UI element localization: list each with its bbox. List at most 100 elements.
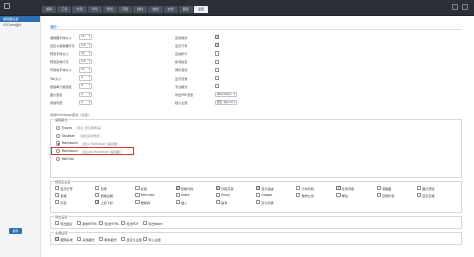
option-item[interactable]: 插入 xyxy=(175,200,216,205)
top-tab[interactable]: 设置 xyxy=(193,6,209,13)
option-checkbox[interactable] xyxy=(416,186,421,191)
option-checkbox[interactable] xyxy=(143,221,148,226)
top-tab[interactable]: 编辑 xyxy=(42,6,57,13)
option-item[interactable]: 亮色模式 xyxy=(77,237,99,242)
option-item[interactable]: 显示语言 xyxy=(256,186,296,191)
save-button[interactable]: 保存 xyxy=(9,228,22,234)
option-checkbox[interactable] xyxy=(143,237,148,242)
option-item[interactable]: 导出Word xyxy=(143,221,165,226)
setting-select[interactable]: 0 xyxy=(79,83,92,89)
option-checkbox[interactable] xyxy=(121,221,126,226)
setting-select[interactable]: 14 xyxy=(79,34,92,40)
option-item[interactable]: 自定义主题 xyxy=(121,237,143,242)
option-checkbox[interactable] xyxy=(55,200,60,205)
option-item[interactable]: 跟随系统 xyxy=(55,237,77,242)
setting-checkbox[interactable] xyxy=(215,43,220,48)
option-checkbox[interactable] xyxy=(376,186,381,191)
option-checkbox[interactable] xyxy=(55,237,60,242)
mode-radio[interactable] xyxy=(56,133,61,138)
option-item[interactable]: 标题 xyxy=(135,186,175,191)
option-item[interactable]: 任务列表 xyxy=(336,186,376,191)
top-tab[interactable]: 文件 xyxy=(163,6,178,13)
option-item[interactable]: 显示行号 xyxy=(55,186,95,191)
option-item[interactable]: 行内代码 xyxy=(296,186,336,191)
setting-select[interactable]: 14 xyxy=(79,50,92,57)
option-checkbox[interactable] xyxy=(376,193,381,198)
option-checkbox[interactable] xyxy=(336,186,341,191)
setting-select[interactable]: 0 xyxy=(79,91,92,98)
option-item[interactable]: 暗色模式 xyxy=(99,237,121,242)
top-tab[interactable]: 评论 xyxy=(87,6,102,13)
setting-select[interactable]: Markdown xyxy=(215,91,237,98)
option-checkbox[interactable] xyxy=(175,186,180,191)
option-checkbox[interactable] xyxy=(95,200,100,205)
option-item[interactable]: 目录折叠 xyxy=(376,193,417,198)
option-checkbox[interactable] xyxy=(55,186,60,191)
option-item[interactable]: 流程图 xyxy=(376,186,417,191)
top-tab[interactable]: 快捷 xyxy=(148,6,163,13)
setting-select[interactable]: 0 xyxy=(79,99,92,106)
mode-option[interactable]: WeChat xyxy=(51,155,461,163)
option-checkbox[interactable] xyxy=(215,186,220,191)
option-item[interactable]: 图片预览 xyxy=(416,186,457,191)
option-item[interactable]: 缩写 xyxy=(215,200,256,205)
option-item[interactable]: 定义列表 xyxy=(256,200,296,205)
option-item[interactable]: 目录 xyxy=(95,186,135,191)
option-item[interactable]: 脚注 xyxy=(336,193,376,198)
setting-checkbox[interactable] xyxy=(215,59,220,64)
mode-radio[interactable] xyxy=(56,156,61,162)
option-checkbox[interactable] xyxy=(99,221,104,226)
option-item[interactable]: 导出HTML xyxy=(99,221,121,226)
option-checkbox[interactable] xyxy=(215,193,220,198)
option-checkbox[interactable] xyxy=(256,193,261,198)
option-checkbox[interactable] xyxy=(77,237,82,242)
top-tab[interactable]: 插件 xyxy=(133,6,148,13)
option-item[interactable]: Katex xyxy=(175,193,216,198)
option-checkbox[interactable] xyxy=(175,200,180,205)
option-checkbox[interactable] xyxy=(55,193,60,198)
option-item[interactable]: Emoji xyxy=(215,193,256,198)
option-item[interactable]: 导出图片 xyxy=(55,221,77,226)
option-item[interactable]: 删除线 xyxy=(135,200,175,205)
option-checkbox[interactable] xyxy=(416,193,421,198)
option-checkbox[interactable] xyxy=(55,221,60,226)
option-item[interactable]: 高亮 xyxy=(55,200,95,205)
option-checkbox[interactable] xyxy=(95,193,100,198)
setting-select[interactable]: 默认 Typora xyxy=(215,99,237,106)
top-tab[interactable]: 图床 xyxy=(178,6,193,13)
option-item[interactable]: 代码高亮 xyxy=(215,186,256,191)
setting-select[interactable]: 1.6 xyxy=(79,58,92,65)
mode-radio[interactable] xyxy=(56,141,61,146)
setting-checkbox[interactable] xyxy=(215,75,220,81)
option-checkbox[interactable] xyxy=(135,186,140,191)
close-icon[interactable] xyxy=(462,4,468,10)
mode-radio[interactable] xyxy=(56,125,61,130)
option-item[interactable]: 复制代码 xyxy=(175,186,216,191)
option-checkbox[interactable] xyxy=(296,186,301,191)
top-tab[interactable]: 工具 xyxy=(57,6,72,13)
option-item[interactable]: 数学公式 xyxy=(296,193,336,198)
app-menu-icon[interactable] xyxy=(4,3,10,9)
option-checkbox[interactable] xyxy=(135,193,140,198)
option-checkbox[interactable] xyxy=(77,221,82,226)
option-checkbox[interactable] xyxy=(135,200,140,205)
option-item[interactable]: Google xyxy=(256,193,296,198)
option-checkbox[interactable] xyxy=(256,186,261,191)
option-checkbox[interactable] xyxy=(99,237,104,242)
option-item[interactable]: 复制HTML xyxy=(77,221,99,226)
setting-checkbox[interactable] xyxy=(215,51,220,56)
option-item[interactable]: Mermaid xyxy=(135,193,175,198)
option-checkbox[interactable] xyxy=(121,237,126,242)
setting-select[interactable]: 13 xyxy=(79,67,92,73)
option-checkbox[interactable] xyxy=(215,200,220,205)
sidebar-item-vscode-plugin[interactable]: VSCode插件 xyxy=(0,22,40,28)
option-item[interactable]: 导入主题 xyxy=(143,237,165,242)
option-checkbox[interactable] xyxy=(95,186,100,191)
mode-option[interactable]: Typora （默认 所见即所得） xyxy=(51,124,461,132)
option-item[interactable]: 表格 xyxy=(55,193,95,198)
setting-checkbox[interactable] xyxy=(215,35,220,40)
option-item[interactable]: 表格边框 xyxy=(95,193,135,198)
option-checkbox[interactable] xyxy=(175,193,180,198)
top-tab[interactable]: 预览 xyxy=(102,6,117,13)
option-item[interactable]: 显示空格 xyxy=(416,193,457,198)
